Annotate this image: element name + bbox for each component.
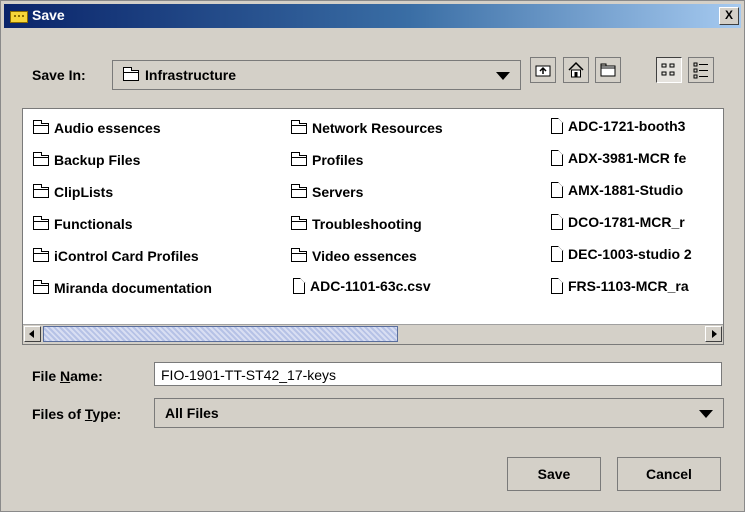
folder-icon [291, 215, 307, 230]
chevron-down-icon [699, 410, 713, 418]
list-item[interactable]: Functionals [33, 215, 133, 232]
list-item[interactable]: DCO-1781-MCR_r [551, 214, 685, 230]
file-list[interactable]: Audio essences Backup Files ClipLists Fu… [22, 108, 724, 345]
scroll-thumb[interactable] [43, 326, 398, 342]
close-button[interactable]: X [719, 7, 739, 25]
list-item[interactable]: Network Resources [291, 119, 443, 136]
list-item[interactable]: FRS-1103-MCR_ra [551, 278, 689, 294]
save-dialog: Save X Save In: Infrastructure Audio ess… [0, 0, 745, 512]
list-item[interactable]: Troubleshooting [291, 215, 422, 232]
folder-icon [33, 215, 49, 230]
folder-icon [33, 119, 49, 134]
file-icon [551, 118, 563, 134]
java-cup-icon [10, 11, 28, 23]
cancel-button[interactable]: Cancel [617, 457, 721, 491]
file-name-input[interactable]: FIO-1901-TT-ST42_17-keys [154, 362, 722, 386]
folder-icon [291, 183, 307, 198]
horizontal-scrollbar[interactable] [23, 324, 723, 344]
file-name-label: File Name: [32, 368, 103, 384]
list-item[interactable]: iControl Card Profiles [33, 247, 199, 264]
list-item[interactable]: Servers [291, 183, 363, 200]
list-item[interactable]: ADX-3981-MCR fe [551, 150, 686, 166]
window-title: Save [32, 7, 65, 23]
files-of-type-value: All Files [165, 405, 219, 421]
arrow-left-icon [29, 330, 34, 338]
list-item[interactable]: AMX-1881-Studio [551, 182, 683, 198]
new-folder-button[interactable] [595, 57, 621, 83]
title-bar[interactable]: Save X [4, 4, 741, 28]
folder-icon [291, 151, 307, 166]
list-item[interactable]: ADC-1101-63c.csv [293, 278, 431, 294]
list-view-button[interactable] [656, 57, 682, 83]
folder-icon [33, 183, 49, 198]
file-icon [551, 214, 563, 230]
list-item[interactable]: DEC-1003-studio 2 [551, 246, 692, 262]
scroll-right-button[interactable] [705, 326, 722, 342]
folder-icon [33, 279, 49, 294]
up-one-level-button[interactable] [530, 57, 556, 83]
folder-icon [123, 67, 139, 81]
save-in-label: Save In: [32, 67, 86, 83]
list-item[interactable]: ADC-1721-booth3 [551, 118, 685, 134]
file-icon [551, 150, 563, 166]
chevron-down-icon [496, 72, 510, 80]
folder-icon [291, 247, 307, 262]
details-view-icon [693, 62, 708, 79]
details-view-button[interactable] [688, 57, 714, 83]
file-icon [293, 278, 305, 294]
list-item[interactable]: Profiles [291, 151, 363, 168]
save-in-dropdown[interactable]: Infrastructure [112, 60, 521, 90]
list-view-icon [661, 63, 675, 76]
file-icon [551, 246, 563, 262]
file-icon [551, 278, 563, 294]
home-icon [568, 61, 584, 78]
list-item[interactable]: Miranda documentation [33, 279, 212, 296]
save-in-value: Infrastructure [145, 67, 237, 83]
list-item[interactable]: Audio essences [33, 119, 161, 136]
new-folder-icon [600, 63, 616, 77]
folder-icon [33, 247, 49, 262]
list-item[interactable]: Backup Files [33, 151, 140, 168]
folder-icon [33, 151, 49, 166]
arrow-right-icon [712, 330, 717, 338]
folder-icon [291, 119, 307, 134]
scroll-left-button[interactable] [24, 326, 41, 342]
list-item[interactable]: Video essences [291, 247, 417, 264]
up-folder-icon [535, 65, 551, 77]
home-button[interactable] [563, 57, 589, 83]
list-item[interactable]: ClipLists [33, 183, 113, 200]
files-of-type-dropdown[interactable]: All Files [154, 398, 724, 428]
files-of-type-label: Files of Type: [32, 406, 122, 422]
file-icon [551, 182, 563, 198]
save-button[interactable]: Save [507, 457, 601, 491]
